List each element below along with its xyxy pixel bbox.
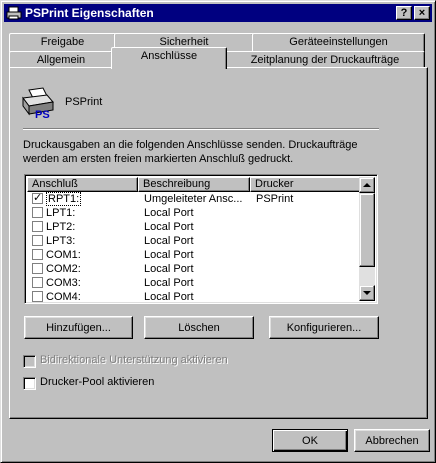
port-row[interactable]: LPT2: Local Port (27, 220, 361, 234)
ports-list-header: Anschluß Beschreibung Drucker (27, 177, 363, 192)
printer-name: PSPrint (65, 96, 103, 108)
port-name: COM1: (46, 249, 81, 261)
port-description: Umgeleiteter Ansc... (144, 193, 243, 205)
ports-list-scrollbar[interactable] (359, 177, 375, 301)
tab-freigabe[interactable]: Freigabe (9, 33, 116, 52)
port-row[interactable]: ✓ RPT1: Umgeleiteter Ansc... PSPrint (27, 192, 361, 206)
port-printer: PSPrint (256, 193, 294, 205)
port-name: LPT3: (46, 235, 76, 247)
port-row[interactable]: COM3: Local Port (27, 276, 361, 290)
checkbox-box[interactable] (23, 377, 36, 390)
ports-list-rows: ✓ RPT1: Umgeleiteter Ansc... PSPrint LPT1: Lo… (27, 192, 361, 303)
close-button[interactable]: × (414, 6, 430, 20)
ports-description: Druckausgaben an die folgenden Anschlüss… (23, 139, 358, 165)
port-row[interactable]: LPT1: Local Port (27, 206, 361, 220)
port-checkbox[interactable] (32, 249, 43, 260)
port-checkbox[interactable] (32, 207, 43, 218)
port-description: Local Port (144, 291, 194, 303)
port-description: Local Port (144, 207, 194, 219)
scroll-thumb[interactable] (359, 193, 375, 267)
port-name: COM3: (46, 277, 81, 289)
cancel-button[interactable]: Abbrechen (354, 429, 430, 452)
port-checkbox[interactable] (32, 291, 43, 302)
port-description: Local Port (144, 221, 194, 233)
port-description: Local Port (144, 277, 194, 289)
help-button[interactable]: ? (396, 6, 412, 20)
ok-button[interactable]: OK (272, 429, 348, 452)
properties-dialog: PSPrint Eigenschaften ? × Freigabe Siche… (0, 0, 436, 463)
port-name: COM2: (46, 263, 81, 275)
window-title: PSPrint Eigenschaften (25, 6, 154, 20)
configure-port-button[interactable]: Konfigurieren... (269, 316, 379, 339)
port-checkbox[interactable] (32, 235, 43, 246)
printer-pool-label: Drucker-Pool aktivieren (40, 376, 155, 388)
port-checkbox[interactable] (32, 221, 43, 232)
add-port-button[interactable]: Hinzufügen... (24, 316, 133, 339)
tab-anschluesse[interactable]: Anschlüsse (111, 47, 227, 69)
port-name: LPT1: (46, 207, 76, 219)
checkbox-box[interactable] (23, 355, 36, 368)
port-name: LPT2: (46, 221, 76, 233)
port-row[interactable]: LPT3: Local Port (27, 234, 361, 248)
arrow-down-icon (363, 291, 371, 295)
port-checkbox[interactable]: ✓ (32, 193, 43, 204)
scroll-up-button[interactable] (359, 177, 375, 193)
arrow-up-icon (363, 183, 371, 187)
port-name: RPT1: (46, 192, 82, 206)
port-checkbox[interactable] (32, 263, 43, 274)
column-header-drucker[interactable]: Drucker (250, 177, 363, 192)
column-header-anschluss[interactable]: Anschluß (27, 177, 138, 192)
column-header-beschreibung[interactable]: Beschreibung (138, 177, 250, 192)
port-description: Local Port (144, 249, 194, 261)
ports-list[interactable]: Anschluß Beschreibung Drucker ✓ RPT1: Umge… (24, 174, 378, 304)
port-description: Local Port (144, 235, 194, 247)
port-row[interactable]: COM2: Local Port (27, 262, 361, 276)
port-checkbox[interactable] (32, 277, 43, 288)
printer-ps-icon: PS (22, 87, 54, 120)
tab-geraeteeinstellungen[interactable]: Geräteeinstellungen (252, 33, 425, 52)
port-row[interactable]: COM4: Local Port (27, 290, 361, 303)
delete-port-button[interactable]: Löschen (144, 316, 254, 339)
port-name: COM4: (46, 291, 81, 303)
port-description: Local Port (144, 263, 194, 275)
separator (23, 128, 379, 130)
printer-icon (6, 6, 22, 20)
port-row[interactable]: COM1: Local Port (27, 248, 361, 262)
ps-label: PS (35, 109, 50, 120)
bidirectional-label: Bidirektionale Unterstützung aktivieren (40, 354, 228, 366)
scroll-down-button[interactable] (359, 285, 375, 301)
title-bar[interactable]: PSPrint Eigenschaften ? × (4, 4, 432, 22)
